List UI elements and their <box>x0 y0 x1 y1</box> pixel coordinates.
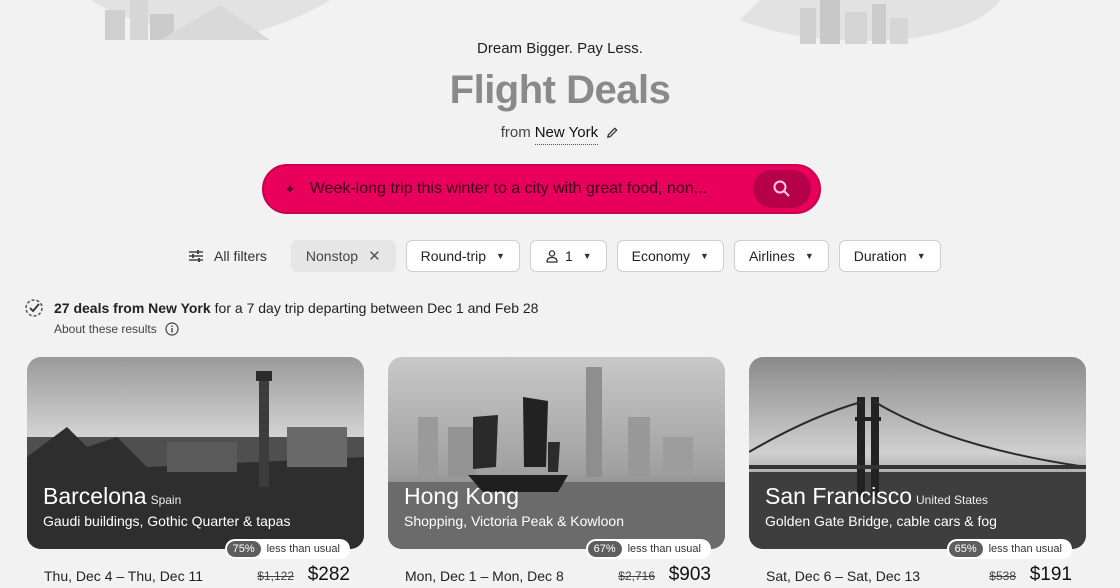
deal-card-barcelona[interactable]: Barcelona Spain Gaudi buildings, Gothic Q… <box>27 357 364 588</box>
caret-down-icon: ▼ <box>700 251 709 261</box>
discount-label: less than usual <box>266 543 340 555</box>
search-button[interactable] <box>753 170 811 208</box>
close-icon[interactable]: ✕ <box>368 247 381 265</box>
person-icon <box>546 250 558 263</box>
deal-card-hong-kong[interactable]: Hong Kong Shopping, Victoria Peak & Kowl… <box>388 357 725 588</box>
usual-price: $2,716 <box>618 569 655 583</box>
city-name: Barcelona <box>43 483 147 509</box>
cabin-dropdown[interactable]: Economy ▼ <box>616 240 724 272</box>
airlines-label: Airlines <box>748 248 795 264</box>
pencil-icon[interactable] <box>606 126 619 139</box>
search-icon <box>773 180 790 197</box>
all-filters-button[interactable]: All filters <box>186 240 281 272</box>
trip-dates: Sat, Dec 6 – Sat, Dec 13 <box>766 568 921 584</box>
caret-down-icon: ▼ <box>582 251 592 261</box>
trip-dates: Mon, Dec 1 – Mon, Dec 8 <box>405 568 564 584</box>
ai-search-bar[interactable]: ✦ <box>262 164 821 214</box>
info-icon[interactable] <box>165 322 179 336</box>
discount-label: less than usual <box>988 543 1062 555</box>
passengers-dropdown[interactable]: 1 ▼ <box>529 240 607 272</box>
caret-down-icon: ▼ <box>804 251 814 261</box>
country-name: United States <box>916 493 989 507</box>
deal-price: $282 <box>307 564 350 585</box>
city-name: San Francisco <box>765 483 913 509</box>
discount-percent: 67% <box>587 541 622 557</box>
tagline: Dream Bigger. Pay Less. <box>477 40 643 57</box>
sliders-icon <box>189 250 203 262</box>
check-badge-icon <box>25 299 43 317</box>
deal-cards: Barcelona Spain Gaudi buildings, Gothic Q… <box>27 357 1086 588</box>
card-description: Golden Gate Bridge, cable cars & fog <box>765 513 997 529</box>
caret-down-icon: ▼ <box>496 251 505 261</box>
results-summary: 27 deals from New York for a 7 day trip … <box>24 298 538 318</box>
card-description: Shopping, Victoria Peak & Kowloon <box>404 513 624 529</box>
sparkle-icon: ✦ <box>284 180 296 197</box>
about-results-label: About these results <box>54 322 157 336</box>
origin-city[interactable]: New York <box>534 124 599 145</box>
search-input[interactable] <box>309 180 729 198</box>
duration-dropdown[interactable]: Duration ▼ <box>838 240 941 272</box>
results-criteria: for a 7 day trip departing between Dec 1… <box>214 300 539 316</box>
airlines-dropdown[interactable]: Airlines ▼ <box>733 240 829 272</box>
card-description: Gaudi buildings, Gothic Quarter & tapas <box>43 513 291 529</box>
deal-price: $191 <box>1029 564 1072 585</box>
origin-selector[interactable]: from New York <box>0 124 1120 145</box>
discount-label: less than usual <box>627 543 701 555</box>
about-results-link[interactable]: About these results <box>54 322 179 336</box>
all-filters-label: All filters <box>214 248 267 264</box>
trip-type-dropdown[interactable]: Round-trip ▼ <box>405 240 520 272</box>
discount-badge: 65% less than usual <box>946 539 1072 559</box>
discount-percent: 75% <box>226 541 261 557</box>
filter-bar: All filters Nonstop ✕ Round-trip ▼ 1 ▼ E… <box>186 240 941 272</box>
trip-dates: Thu, Dec 4 – Thu, Dec 11 <box>44 568 204 584</box>
country-name: Spain <box>150 493 182 507</box>
usual-price: $538 <box>989 569 1016 583</box>
results-count: 27 deals from New York <box>54 300 211 316</box>
passengers-count: 1 <box>564 248 573 264</box>
deal-price: $903 <box>668 564 711 585</box>
page-title: Flight Deals <box>449 68 671 112</box>
usual-price: $1,122 <box>257 569 294 583</box>
trip-type-label: Round-trip <box>420 248 487 264</box>
discount-badge: 75% less than usual <box>224 539 350 559</box>
city-name: Hong Kong <box>404 483 520 509</box>
cabin-label: Economy <box>631 248 691 264</box>
duration-label: Duration <box>853 248 907 264</box>
card-city: San Francisco United States <box>765 483 988 510</box>
discount-badge: 67% less than usual <box>585 539 711 559</box>
deal-card-san-francisco[interactable]: San Francisco United States Golden Gate B… <box>749 357 1086 588</box>
discount-percent: 65% <box>948 541 983 557</box>
nonstop-label: Nonstop <box>305 248 359 264</box>
nonstop-chip[interactable]: Nonstop ✕ <box>290 240 396 272</box>
card-city: Barcelona Spain <box>43 483 181 510</box>
origin-prefix: from <box>500 124 531 141</box>
card-city: Hong Kong <box>404 483 519 510</box>
caret-down-icon: ▼ <box>916 251 926 261</box>
